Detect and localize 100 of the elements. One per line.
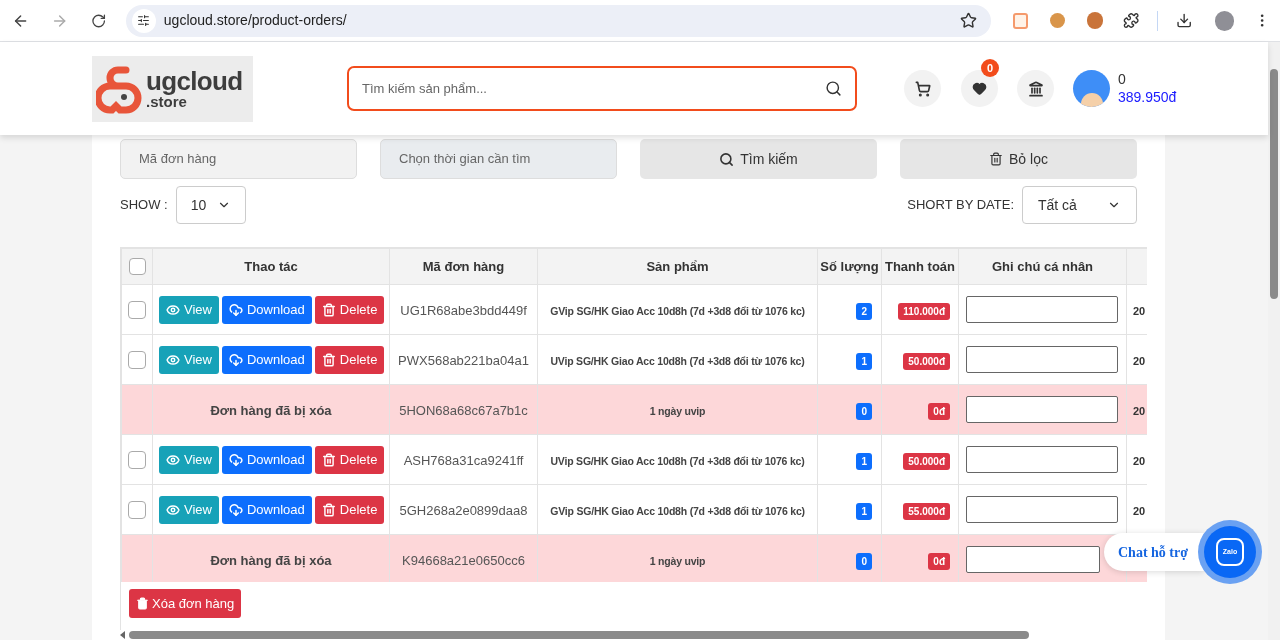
address-bar[interactable]: ugcloud.store/product-orders/	[125, 4, 991, 37]
note-field[interactable]	[966, 396, 1118, 423]
payment-badge: 55.000đ	[903, 502, 950, 520]
order-code-input[interactable]: Mã đơn hàng	[139, 149, 338, 169]
scroll-left-arrow-icon[interactable]	[120, 631, 125, 640]
quantity-badge: 1	[856, 502, 872, 520]
date-cell: 20	[1133, 304, 1146, 317]
search-icon[interactable]	[825, 80, 842, 97]
search-icon	[719, 151, 735, 167]
search-field[interactable]: Tìm kiếm sản phẩm...	[347, 66, 857, 111]
account-balance: 389.950đ	[1118, 88, 1177, 106]
payment-badge: 50.000đ	[903, 352, 950, 370]
quantity-badge: 0	[856, 552, 872, 570]
product-name: UVip SG/HK Giao Acc 10d8h (7d +3d8 đổi từ 1076 kc)	[550, 354, 805, 367]
date-range-input[interactable]: Chọn thời gian cần tìm	[399, 149, 598, 169]
select-all-checkbox[interactable]	[128, 258, 146, 275]
quantity-badge: 1	[856, 352, 872, 370]
view-button[interactable]: View	[159, 495, 219, 524]
logo[interactable]: ugcloud .store	[92, 55, 253, 122]
sort-label: SHORT BY DATE:	[907, 196, 1014, 215]
wishlist-button[interactable]	[961, 70, 998, 107]
column-header: Ghi chú cá nhân	[958, 248, 1127, 285]
view-button[interactable]: View	[159, 445, 219, 474]
quantity-badge: 2	[856, 302, 872, 320]
note-field[interactable]	[966, 446, 1118, 473]
row-checkbox[interactable]	[128, 350, 146, 369]
date-cell: 20	[1133, 354, 1146, 367]
download-button[interactable]: Download	[221, 345, 312, 374]
logo-subtext: .store	[146, 94, 187, 109]
order-code: 5HON68a68c67a7b1c	[399, 402, 528, 418]
quantity-badge: 0	[856, 402, 872, 420]
download-button[interactable]: Download	[221, 295, 312, 324]
search-input[interactable]: Tìm kiếm sản phẩm...	[362, 78, 825, 99]
search-button[interactable]: Tìm kiếm	[640, 139, 877, 179]
cloud-download-icon	[228, 302, 243, 317]
url-text: ugcloud.store/product-orders/	[163, 11, 347, 30]
note-field[interactable]	[966, 546, 1100, 573]
logo-text: ugcloud	[146, 68, 243, 94]
row-checkbox[interactable]	[128, 300, 146, 319]
profile-avatar[interactable]	[1214, 10, 1234, 31]
delete-button[interactable]: Delete	[314, 345, 385, 374]
trash-icon	[321, 452, 336, 467]
bookmark-star-icon[interactable]	[959, 12, 977, 29]
trash-icon	[321, 502, 336, 517]
delete-button[interactable]: Delete	[314, 495, 385, 524]
clear-filter-button[interactable]: Bỏ lọc	[900, 139, 1137, 179]
heart-icon	[972, 81, 987, 96]
row-checkbox[interactable]	[128, 450, 146, 469]
deleted-status: Đơn hàng đã bị xóa	[210, 552, 332, 568]
delete-button[interactable]: Delete	[314, 445, 385, 474]
site-settings-icon[interactable]	[131, 8, 156, 33]
sort-select[interactable]: Tất cả	[1022, 186, 1137, 224]
payment-badge: 0đ	[928, 402, 950, 420]
delete-orders-button[interactable]: Xóa đơn hàng	[129, 589, 242, 619]
row-checkbox[interactable]	[128, 500, 146, 519]
column-header: Số lượng	[817, 248, 882, 285]
download-button[interactable]: Download	[221, 445, 312, 474]
cart-button[interactable]	[904, 70, 941, 107]
view-button[interactable]: View	[159, 345, 219, 374]
download-icon[interactable]	[1176, 12, 1193, 29]
show-label: SHOW :	[120, 196, 168, 215]
trash-icon	[989, 152, 1004, 166]
note-field[interactable]	[966, 296, 1118, 323]
view-button[interactable]: View	[159, 295, 219, 324]
account-count: 0	[1118, 71, 1127, 89]
product-name: 1 ngày uvip	[649, 554, 706, 567]
eye-icon	[166, 502, 180, 517]
reload-icon[interactable]	[90, 12, 106, 29]
date-range-field[interactable]: Chọn thời gian cần tìm	[380, 139, 617, 179]
product-name: 1 ngày uvip	[649, 404, 706, 417]
eye-icon	[166, 352, 180, 367]
bank-icon	[1027, 80, 1044, 97]
payment-badge: 50.000đ	[903, 452, 950, 470]
bank-button[interactable]	[1017, 70, 1054, 107]
wishlist-count-badge: 0	[981, 59, 999, 77]
cart-icon	[914, 80, 931, 97]
date-cell: 20	[1133, 404, 1146, 417]
cloud-download-icon	[228, 352, 243, 367]
product-name: UVip SG/HK Giao Acc 10d8h (7d +3d8 đổi từ 1076 kc)	[550, 454, 805, 467]
product-name: GVip SG/HK Giao Acc 10d8h (7d +3d8 đổi từ 1076 kc)	[550, 504, 805, 517]
product-name: GVip SG/HK Giao Acc 10d8h (7d +3d8 đổi từ 1076 kc)	[550, 304, 805, 317]
cloud-download-icon	[228, 502, 243, 517]
chat-support-label[interactable]: Chat hỗ trợ	[1104, 533, 1204, 571]
user-avatar[interactable]	[1073, 70, 1110, 107]
payment-badge: 110.000đ	[898, 302, 950, 320]
column-header: Sản phẩm	[537, 248, 818, 285]
show-select[interactable]: 10	[175, 186, 246, 224]
column-header: Mã đơn hàng	[389, 248, 538, 285]
download-button[interactable]: Download	[221, 495, 312, 524]
extensions-icon[interactable]	[1123, 12, 1140, 29]
delete-button[interactable]: Delete	[314, 295, 385, 324]
trash-icon	[321, 302, 336, 317]
order-code-field[interactable]: Mã đơn hàng	[120, 139, 357, 179]
note-field[interactable]	[966, 346, 1118, 373]
order-code: UG1R68abe3bdd449f	[400, 302, 527, 318]
date-cell: 20	[1133, 454, 1146, 467]
column-header: Thao tác	[152, 248, 390, 285]
trash-icon	[321, 352, 336, 367]
date-cell: 20	[1133, 504, 1146, 517]
note-field[interactable]	[966, 496, 1118, 523]
